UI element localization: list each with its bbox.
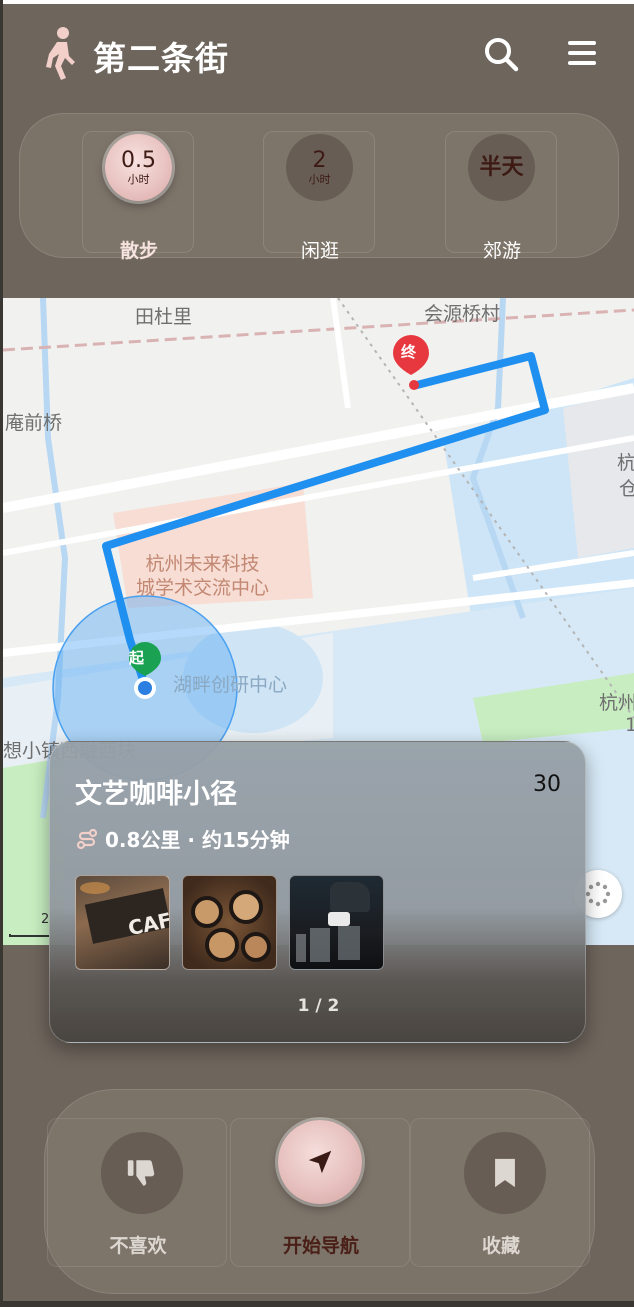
route-meta: 0.8公里 · 约15分钟	[75, 824, 290, 853]
navigation-arrow-icon	[308, 1150, 332, 1174]
route-count: 30	[533, 772, 561, 797]
mode-label: 散步	[119, 240, 158, 262]
route-title: 文艺咖啡小径	[75, 779, 237, 810]
map-label-edge: 杭州	[599, 692, 634, 714]
duration-mode-selector: 0.5 小时 散步 2 小时 闲逛 半天 郊游	[19, 113, 619, 262]
mode-value: 2	[312, 147, 327, 173]
cafe-interior-photo[interactable]: CAF	[75, 875, 170, 970]
action-label: 开始导航	[282, 1235, 359, 1257]
action-label: 收藏	[481, 1235, 520, 1257]
bottom-frame	[0, 1301, 634, 1307]
latte-art-photo[interactable]	[182, 875, 277, 970]
map-label-village: 田杜里	[135, 306, 193, 328]
mode-wander[interactable]: 2 小时 闲逛	[263, 131, 375, 262]
poi-line: 城学术交流中心	[136, 577, 270, 599]
map-label-village: 会源桥村	[424, 303, 501, 325]
walking-person-icon	[39, 26, 83, 82]
action-bar: 不喜欢 开始导航 收藏	[44, 1089, 595, 1294]
route-info-card[interactable]: 文艺咖啡小径 30 0.8公里 · 约15分钟 CAF 1 / 2	[49, 741, 586, 1043]
thumbs-down-icon	[127, 1160, 155, 1186]
mode-value: 半天	[479, 154, 524, 180]
route-thumbnails: CAF	[75, 875, 384, 970]
app-header: 第二条街	[3, 4, 634, 104]
start-marker: 起	[129, 649, 145, 667]
map-poi-label: 杭州未来科技 城学术交流中心	[136, 552, 269, 600]
search-icon	[485, 38, 519, 72]
navigation-badge	[278, 1120, 362, 1204]
mode-stroll-badge: 0.5 小时	[105, 134, 172, 201]
bookmark-icon	[495, 1158, 515, 1188]
mode-wander-badge: 2 小时	[286, 134, 353, 201]
map-label-bridge: 庵前桥	[5, 412, 63, 434]
bookmark-badge	[464, 1132, 546, 1214]
mode-label: 闲逛	[300, 240, 339, 262]
mode-outing-badge: 半天	[468, 134, 535, 201]
dislike-button[interactable]: 不喜欢	[47, 1118, 227, 1267]
card-pager: 1 / 2	[297, 996, 340, 1016]
mode-unit: 小时	[127, 172, 150, 186]
map-scale-bar	[9, 934, 49, 937]
mode-unit: 小时	[308, 172, 331, 186]
map-label-edge: 杭	[617, 452, 634, 474]
mode-value: 0.5	[121, 147, 156, 173]
search-button[interactable]	[481, 34, 521, 74]
end-marker: 终	[401, 343, 417, 361]
hamburger-menu-icon	[568, 41, 596, 65]
dislike-badge	[101, 1132, 183, 1214]
start-navigation-button[interactable]: 开始导航	[230, 1118, 410, 1267]
action-label: 不喜欢	[109, 1235, 167, 1257]
poi-line: 杭州未来科技	[145, 553, 260, 575]
mode-stroll[interactable]: 0.5 小时 散步	[82, 131, 194, 262]
map-label-edge: 1	[625, 714, 634, 736]
mode-outing[interactable]: 半天 郊游	[445, 131, 557, 262]
route-icon	[76, 828, 98, 849]
mode-label: 郊游	[482, 240, 521, 262]
map-label-edge: 仓	[619, 478, 634, 500]
map-poi-label: 湖畔创研中心	[173, 674, 288, 696]
app-title: 第二条街	[93, 39, 229, 78]
menu-button[interactable]	[565, 38, 601, 70]
bookmark-button[interactable]: 收藏	[410, 1118, 590, 1267]
route-distance-time: 0.8公里 · 约15分钟	[105, 828, 290, 852]
coffee-brewing-photo[interactable]	[289, 875, 384, 970]
